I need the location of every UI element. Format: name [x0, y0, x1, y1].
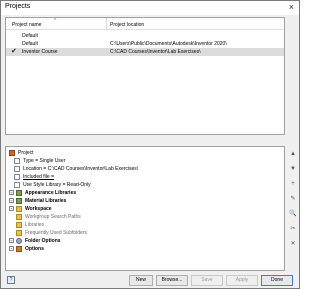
expand-icon[interactable]: + — [9, 238, 14, 243]
tree-label: Options — [25, 246, 44, 252]
project-location: C:\Users\Public\Documents\Autodesk\Inven… — [110, 41, 227, 47]
projects-list-header: ^ Project name Project location — [6, 18, 284, 30]
cut-icon[interactable]: ✂ — [288, 224, 298, 234]
active-project-check-icon: ✔ — [11, 48, 17, 55]
property-icon — [14, 166, 20, 172]
project-name: Default — [22, 33, 38, 39]
expand-icon[interactable]: + — [9, 246, 14, 251]
close-icon[interactable]: × — [289, 1, 294, 13]
property-icon — [14, 174, 20, 180]
tree-label: Appearance Libraries — [25, 190, 77, 196]
expand-icon[interactable]: + — [9, 206, 14, 211]
project-row[interactable]: Default — [6, 32, 284, 40]
edit-icon[interactable]: ✎ — [288, 194, 298, 204]
project-icon — [9, 150, 15, 156]
gear-icon — [16, 238, 22, 244]
sort-ascending-icon: ^ — [54, 18, 57, 24]
project-name: Default — [22, 41, 38, 47]
property-icon — [14, 182, 20, 188]
add-path-icon[interactable]: + — [288, 179, 298, 189]
tree-label: Libraries — [25, 222, 45, 228]
project-name: Inventor Course — [22, 49, 58, 55]
projects-dialog: Projects × ^ Project name Project locati… — [0, 0, 300, 289]
done-button[interactable]: Done — [261, 275, 293, 286]
column-header-project-name[interactable]: Project name — [12, 22, 41, 28]
project-location: C:\CAD Courses\Inventor\Lab Exercises\ — [110, 49, 201, 55]
library-icon — [16, 198, 22, 204]
project-settings-tree[interactable]: Project Type = Single User Location = C:… — [5, 146, 285, 271]
tree-label: Included file = — [23, 174, 54, 180]
tree-label: Use Style Library = Read-Only — [23, 182, 91, 188]
dialog-footer: ? New Browse... Save Apply Done — [1, 272, 299, 288]
library-icon — [16, 190, 22, 196]
project-row-selected[interactable]: ✔ Inventor Course C:\CAD Courses\Invento… — [6, 48, 284, 56]
apply-button[interactable]: Apply — [226, 275, 258, 286]
tree-label: Type = Single User — [23, 158, 66, 164]
project-row[interactable]: Default C:\Users\Public\Documents\Autode… — [6, 40, 284, 48]
folder-icon — [16, 222, 22, 228]
column-divider[interactable] — [106, 18, 107, 30]
expand-icon[interactable]: + — [9, 190, 14, 195]
property-icon — [14, 158, 20, 164]
tree-label: Material Libraries — [25, 198, 67, 204]
window-title: Projects — [5, 3, 31, 10]
save-button[interactable]: Save — [191, 275, 223, 286]
title-bar: Projects × — [1, 1, 299, 15]
folder-icon — [16, 214, 22, 220]
tree-label: Workgroup Search Paths — [25, 214, 81, 220]
tree-label: Workspace — [25, 206, 52, 212]
tree-label: Frequently Used Subfolders — [25, 230, 87, 236]
options-icon — [16, 246, 22, 252]
tree-label: Folder Options — [25, 238, 61, 244]
find-icon[interactable]: 🔍 — [288, 209, 298, 219]
browse-button[interactable]: Browse... — [156, 275, 188, 286]
help-icon[interactable]: ? — [7, 276, 15, 284]
tree-label: Location = C:\CAD Courses\Inventor\Lab E… — [23, 166, 139, 172]
move-down-icon[interactable]: ▼ — [288, 164, 298, 174]
move-up-icon[interactable]: ▲ — [288, 149, 298, 159]
new-button[interactable]: New — [129, 275, 153, 286]
folder-icon — [16, 206, 22, 212]
column-header-project-location[interactable]: Project location — [110, 22, 144, 28]
expand-icon[interactable]: + — [9, 198, 14, 203]
tree-label: Project — [18, 150, 34, 156]
folder-icon — [16, 230, 22, 236]
projects-list[interactable]: ^ Project name Project location Default … — [5, 17, 285, 135]
delete-icon[interactable]: ✕ — [288, 239, 298, 249]
